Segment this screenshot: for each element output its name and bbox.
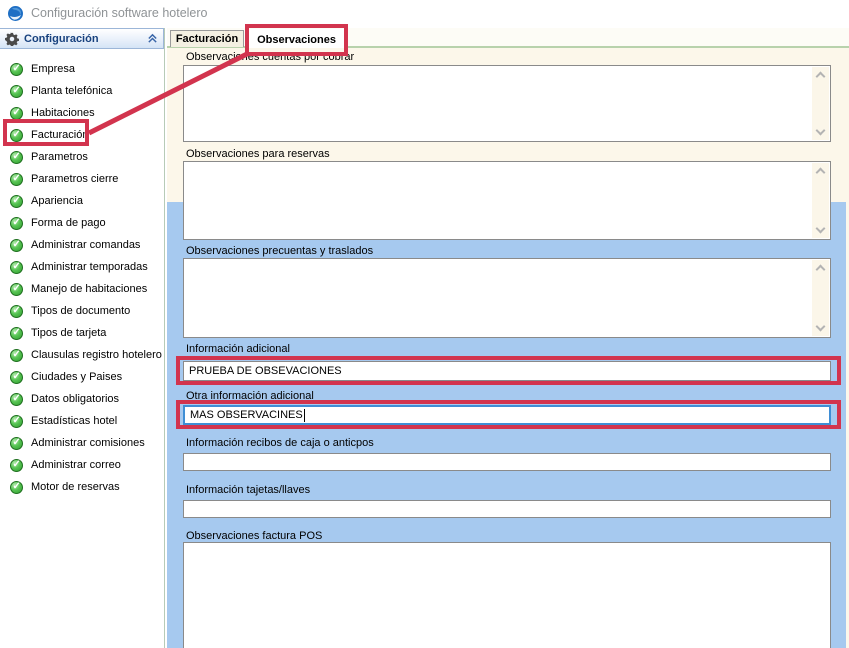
label-informacion-adicional: Información adicional	[186, 343, 290, 355]
scroll-down-icon[interactable]	[816, 126, 826, 136]
sidebar-item-tipos-de-tarjeta[interactable]: Tipos de tarjeta	[0, 322, 164, 344]
input-informacion-recibos-caja[interactable]	[183, 453, 831, 471]
sidebar-item-administrar-comandas[interactable]: Administrar comandas	[0, 234, 164, 256]
title-bar: Configuración software hotelero	[0, 0, 849, 26]
scroll-up-icon[interactable]	[816, 168, 826, 178]
textarea-observaciones-factura-pos[interactable]	[183, 542, 831, 648]
check-icon	[10, 151, 23, 164]
sidebar-item-clausulas-registro[interactable]: Clausulas registro hotelero	[0, 344, 164, 366]
scrollbar[interactable]	[812, 67, 829, 140]
check-icon	[10, 195, 23, 208]
observaciones-tab-panel: Observaciones cuentas por cobrar Observa…	[167, 48, 849, 648]
sidebar-item-estadisticas-hotel[interactable]: Estadísticas hotel	[0, 410, 164, 432]
check-icon	[10, 349, 23, 362]
scrollbar[interactable]	[812, 163, 829, 238]
input-informacion-adicional[interactable]: PRUEBA DE OBSEVACIONES	[183, 361, 831, 381]
input-value: MAS OBSERVACINES	[190, 409, 303, 421]
input-otra-informacion-adicional[interactable]: MAS OBSERVACINES	[183, 405, 831, 425]
label-observaciones-para-reservas: Observaciones para reservas	[186, 148, 330, 160]
sidebar-item-manejo-de-habitaciones[interactable]: Manejo de habitaciones	[0, 278, 164, 300]
sidebar-item-datos-obligatorios[interactable]: Datos obligatorios	[0, 388, 164, 410]
check-icon	[10, 371, 23, 384]
check-icon	[10, 393, 23, 406]
check-icon	[10, 283, 23, 296]
label-informacion-recibos-caja: Información recibos de caja o anticpos	[186, 437, 374, 449]
window-title: Configuración software hotelero	[31, 6, 208, 20]
input-informacion-tarjetas-llaves[interactable]	[183, 500, 831, 518]
sidebar-header[interactable]: Configuración	[0, 28, 164, 49]
check-icon	[10, 327, 23, 340]
label-otra-informacion-adicional: Otra información adicional	[186, 390, 314, 402]
sidebar-item-administrar-correo[interactable]: Administrar correo	[0, 454, 164, 476]
tab-facturacion[interactable]: Facturación	[170, 30, 244, 47]
label-informacion-tarjetas-llaves: Información tajetas/llaves	[186, 484, 310, 496]
textarea-observaciones-cuentas-por-cobrar[interactable]	[183, 65, 831, 142]
sidebar-item-planta-telefonica[interactable]: Planta telefónica	[0, 80, 164, 102]
input-value: PRUEBA DE OBSEVACIONES	[189, 365, 342, 377]
sidebar-item-administrar-temporadas[interactable]: Administrar temporadas	[0, 256, 164, 278]
sidebar-item-list: Empresa Planta telefónica Habitaciones F…	[0, 58, 164, 498]
textarea-observaciones-precuentas-traslados[interactable]	[183, 258, 831, 338]
sidebar-item-forma-de-pago[interactable]: Forma de pago	[0, 212, 164, 234]
check-icon	[10, 217, 23, 230]
sidebar-item-administrar-comisiones[interactable]: Administrar comisiones	[0, 432, 164, 454]
check-icon	[10, 305, 23, 318]
scrollbar[interactable]	[812, 260, 829, 336]
sidebar-item-tipos-de-documento[interactable]: Tipos de documento	[0, 300, 164, 322]
check-icon	[10, 437, 23, 450]
sidebar-item-parametros-cierre[interactable]: Parametros cierre	[0, 168, 164, 190]
scroll-up-icon[interactable]	[816, 265, 826, 275]
collapse-chevron-icon[interactable]	[147, 33, 158, 44]
scroll-down-icon[interactable]	[816, 224, 826, 234]
check-icon	[10, 261, 23, 274]
check-icon	[10, 107, 23, 120]
sidebar-item-empresa[interactable]: Empresa	[0, 58, 164, 80]
check-icon	[10, 63, 23, 76]
sidebar: Configuración Empresa Planta telefónica …	[0, 28, 165, 648]
check-icon	[10, 85, 23, 98]
scroll-down-icon[interactable]	[816, 322, 826, 332]
check-icon	[10, 239, 23, 252]
sidebar-title: Configuración	[24, 33, 147, 45]
sidebar-item-habitaciones[interactable]: Habitaciones	[0, 102, 164, 124]
text-caret	[304, 409, 305, 422]
sidebar-item-ciudades-y-paises[interactable]: Ciudades y Paises	[0, 366, 164, 388]
check-icon	[10, 481, 23, 494]
app-logo-icon	[7, 5, 24, 22]
sidebar-item-motor-de-reservas[interactable]: Motor de reservas	[0, 476, 164, 498]
sidebar-item-facturacion[interactable]: Facturación	[0, 124, 164, 146]
scroll-up-icon[interactable]	[816, 72, 826, 82]
check-icon	[10, 173, 23, 186]
label-observaciones-precuentas-traslados: Observaciones precuentas y traslados	[186, 245, 373, 257]
label-observaciones-cuentas-por-cobrar: Observaciones cuentas por cobrar	[186, 51, 354, 63]
label-observaciones-factura-pos: Observaciones factura POS	[186, 530, 322, 542]
textarea-observaciones-para-reservas[interactable]	[183, 161, 831, 240]
check-icon	[10, 415, 23, 428]
sidebar-item-parametros[interactable]: Parametros	[0, 146, 164, 168]
sidebar-item-apariencia[interactable]: Apariencia	[0, 190, 164, 212]
check-icon	[10, 129, 23, 142]
check-icon	[10, 459, 23, 472]
gear-icon	[5, 32, 19, 46]
